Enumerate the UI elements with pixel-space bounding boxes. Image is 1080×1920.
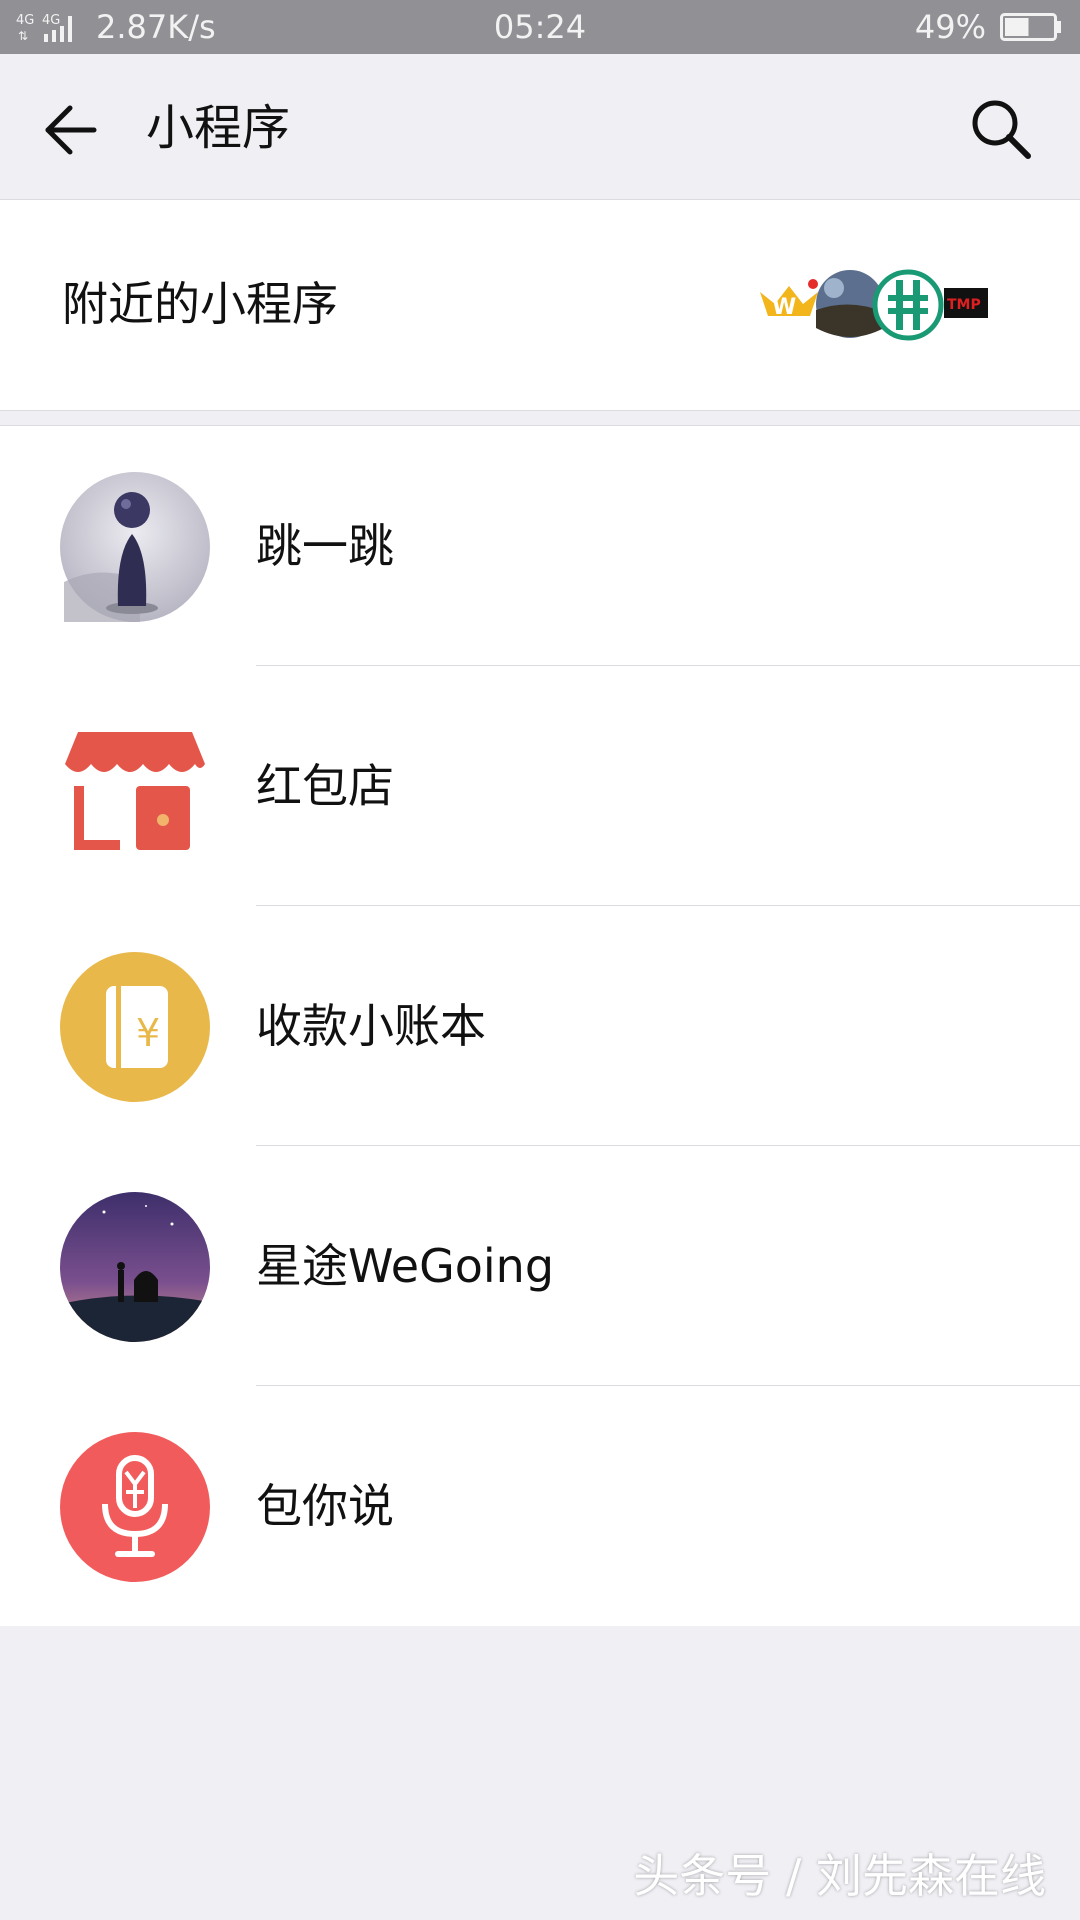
app-name: 星途WeGoing — [256, 1239, 555, 1293]
list-item[interactable]: ¥ 收款小账本 — [0, 906, 1080, 1146]
app-name: 红包店 — [256, 759, 394, 813]
crown-logo-icon: W — [760, 279, 818, 320]
status-bar: 4G 4G ⇅ 2.87K/s 05:24 49% — [0, 0, 1080, 54]
list-item[interactable]: 红包店 — [0, 666, 1080, 906]
search-button[interactable] — [968, 96, 1034, 162]
arrow-left-icon — [45, 105, 97, 155]
app-name: 跳一跳 — [256, 519, 394, 573]
list-item[interactable]: 跳一跳 — [0, 426, 1080, 666]
nav-bar: 小程序 — [0, 54, 1080, 200]
wegoing-icon — [60, 1192, 210, 1342]
svg-text:¥: ¥ — [136, 1011, 160, 1055]
battery-percent: 49% — [914, 8, 986, 46]
tmp-logo-icon: TMP — [944, 288, 988, 318]
back-button[interactable] — [40, 98, 104, 162]
list-item[interactable]: 包你说 — [0, 1386, 1080, 1626]
page-title: 小程序 — [146, 100, 291, 156]
nearby-label: 附近的小程序 — [62, 277, 338, 331]
watermark: 头条号 / 刘先森在线 — [633, 1849, 1046, 1903]
mini-program-list: 跳一跳 红包店 ¥ 收款小账本 星途WeGoing 包你说 — [0, 425, 1080, 1626]
bank-logo-icon — [872, 269, 944, 341]
jump-game-icon — [60, 472, 210, 622]
store-icon — [65, 732, 205, 850]
svg-text:TMP: TMP — [947, 297, 981, 313]
ledger-icon: ¥ — [60, 952, 210, 1102]
app-name: 收款小账本 — [256, 999, 486, 1053]
nearby-mini-programs-row[interactable]: 附近的小程序 W TMP — [0, 200, 1080, 411]
battery-icon — [1000, 13, 1061, 41]
search-icon — [972, 100, 1031, 159]
app-name: 包你说 — [256, 1479, 394, 1533]
nearby-icons: W TMP — [760, 269, 988, 341]
svg-text:W: W — [772, 295, 796, 320]
microphone-icon — [60, 1432, 210, 1582]
list-item[interactable]: 星途WeGoing — [0, 1146, 1080, 1386]
